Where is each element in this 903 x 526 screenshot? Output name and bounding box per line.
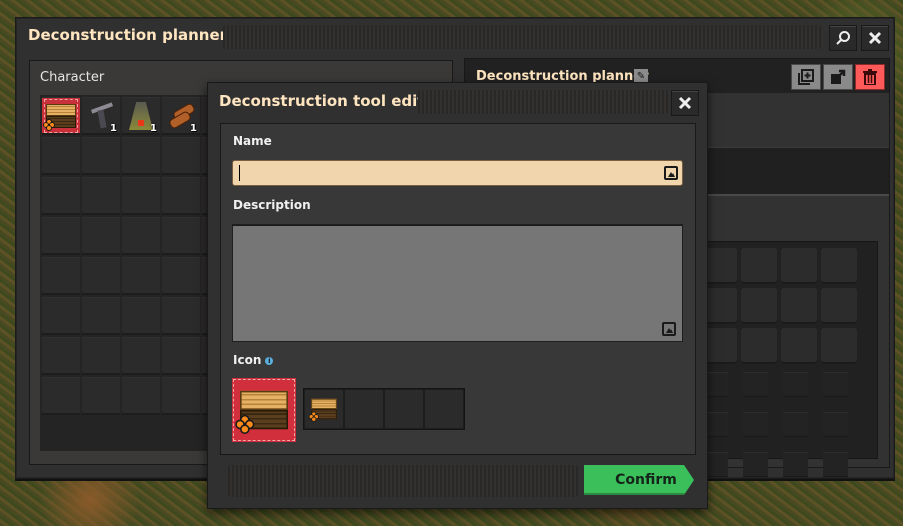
inventory-slot[interactable]: [42, 337, 80, 375]
inventory-slot[interactable]: [122, 377, 160, 415]
pencil-icon: ✎: [636, 70, 646, 82]
info-icon[interactable]: i: [265, 357, 274, 365]
filter-slot[interactable]: [741, 248, 777, 284]
tile-filter-slot[interactable]: [743, 372, 768, 397]
tile-filter-slot[interactable]: [743, 412, 768, 437]
inventory-slot[interactable]: [42, 137, 80, 175]
magnifier-icon: [836, 31, 850, 45]
inventory-slot[interactable]: [42, 97, 80, 135]
item-count: 1: [150, 123, 157, 134]
icon-slot[interactable]: [385, 390, 423, 428]
inventory-slot[interactable]: [42, 297, 80, 335]
inventory-slot[interactable]: [82, 257, 120, 295]
close-dialog-button[interactable]: [671, 90, 699, 116]
inventory-slot[interactable]: [162, 257, 200, 295]
dialog-title: Deconstruction tool edit: [219, 92, 425, 110]
copy-plus-icon: [798, 69, 814, 85]
inventory-slot[interactable]: [122, 217, 160, 255]
deconstruction-planner-icon: [235, 390, 288, 434]
inventory-slot[interactable]: [122, 177, 160, 215]
filter-slot[interactable]: [741, 328, 777, 364]
copy-button[interactable]: [791, 64, 821, 90]
icon-slot[interactable]: [425, 390, 463, 428]
description-textarea[interactable]: [232, 224, 683, 342]
tile-filter-slot[interactable]: [783, 372, 808, 397]
filter-slot[interactable]: [741, 288, 777, 324]
insert-rich-text-icon[interactable]: [664, 166, 678, 180]
dialog-body: Name Description Icon i: [220, 123, 696, 455]
close-icon: [868, 31, 882, 45]
dialog-footer-drag-handle[interactable]: [228, 465, 578, 497]
inventory-slot[interactable]: [162, 217, 200, 255]
filter-slot[interactable]: [821, 288, 857, 324]
filter-slot[interactable]: [781, 288, 817, 324]
export-string-button[interactable]: [823, 64, 853, 90]
filter-slot[interactable]: [821, 248, 857, 284]
inventory-slot[interactable]: [82, 337, 120, 375]
item-count: 1: [190, 123, 197, 134]
window-drag-handle[interactable]: [223, 25, 821, 49]
filter-slot[interactable]: [781, 248, 817, 284]
delete-button[interactable]: [855, 64, 885, 90]
inventory-slot[interactable]: [162, 337, 200, 375]
icon-selector-slots: [303, 388, 465, 430]
inventory-slot[interactable]: [82, 177, 120, 215]
inventory-slot[interactable]: [82, 297, 120, 335]
name-input[interactable]: [232, 160, 683, 186]
tile-filter-slot[interactable]: [823, 412, 848, 437]
dialog-drag-handle[interactable]: [418, 90, 668, 114]
inventory-slot[interactable]: [42, 257, 80, 295]
close-icon: [678, 96, 692, 110]
inventory-slot[interactable]: [122, 297, 160, 335]
icon-slot[interactable]: [305, 390, 343, 428]
icon-label-row: Icon i: [233, 353, 274, 367]
tile-filter-slot[interactable]: [743, 452, 768, 477]
inventory-slot[interactable]: [122, 337, 160, 375]
deconstruction-planner-icon: [43, 104, 76, 131]
inventory-slot[interactable]: [42, 377, 80, 415]
search-button[interactable]: [829, 25, 857, 51]
tile-filter-slot[interactable]: [783, 452, 808, 477]
insert-rich-text-icon[interactable]: [662, 322, 676, 336]
confirm-button[interactable]: Confirm: [584, 465, 694, 495]
icon-slot[interactable]: [345, 390, 383, 428]
inventory-slot[interactable]: 1: [122, 97, 160, 135]
inventory-slot[interactable]: [162, 177, 200, 215]
inventory-slot[interactable]: [82, 217, 120, 255]
filter-slot[interactable]: [781, 328, 817, 364]
text-caret: [239, 165, 240, 181]
inventory-slot[interactable]: [162, 137, 200, 175]
deconstruction-planner-icon: [308, 398, 337, 422]
inventory-slot[interactable]: [42, 217, 80, 255]
inventory-slot[interactable]: [122, 137, 160, 175]
rename-button[interactable]: ✎: [634, 69, 648, 83]
tile-filter-slot[interactable]: [823, 452, 848, 477]
selected-icon-preview[interactable]: [232, 378, 296, 442]
tile-filter-slot[interactable]: [783, 412, 808, 437]
inventory-slot[interactable]: [122, 257, 160, 295]
filter-slot[interactable]: [821, 328, 857, 364]
window-title: Deconstruction planner: [28, 26, 228, 44]
description-label: Description: [233, 198, 311, 212]
tile-filter-slot[interactable]: [823, 372, 848, 397]
inventory-slot[interactable]: 1: [82, 97, 120, 135]
deconstruction-tool-edit-dialog: Deconstruction tool edit Name Descriptio…: [207, 82, 708, 509]
close-window-button[interactable]: [861, 25, 889, 51]
export-arrow-icon: [831, 69, 846, 84]
inventory-slot[interactable]: [42, 177, 80, 215]
inventory-slot[interactable]: [162, 297, 200, 335]
inventory-slot[interactable]: [162, 377, 200, 415]
item-count: 1: [110, 123, 117, 134]
inventory-slot[interactable]: [82, 377, 120, 415]
name-label: Name: [233, 134, 272, 148]
inventory-slot[interactable]: 1: [162, 97, 200, 135]
trash-icon: [863, 69, 877, 85]
inventory-slot[interactable]: [82, 137, 120, 175]
icon-label: Icon: [233, 353, 262, 367]
character-label: Character: [40, 70, 105, 85]
